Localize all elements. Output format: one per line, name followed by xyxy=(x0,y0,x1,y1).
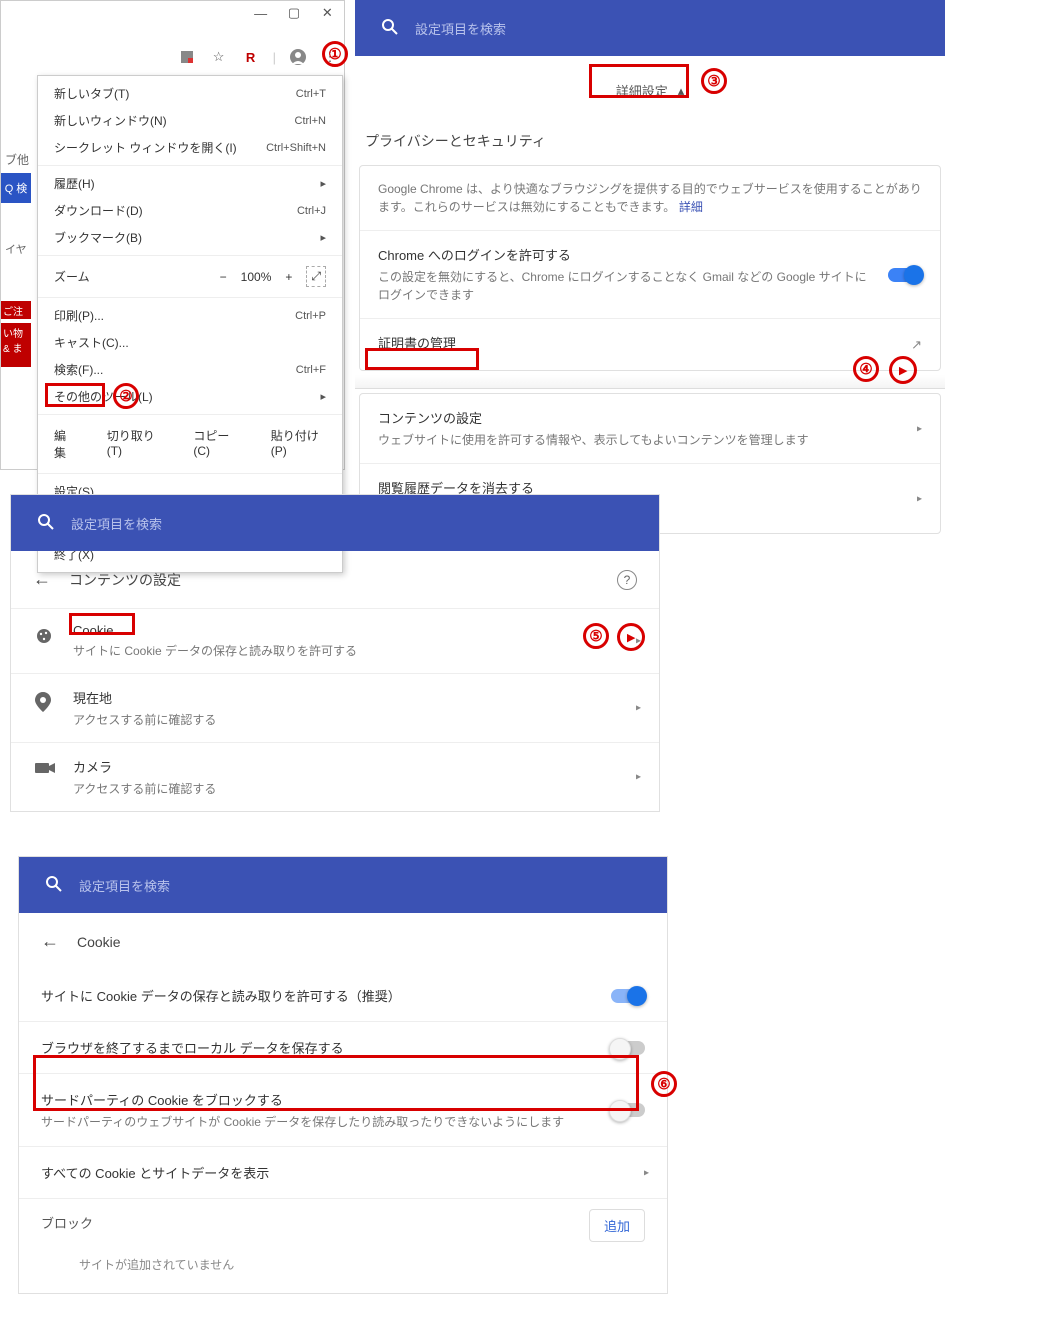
menu-print[interactable]: 印刷(P)...Ctrl+P xyxy=(38,302,342,329)
allow-cookie-toggle[interactable] xyxy=(611,989,645,1003)
search-placeholder: 設定項目を検索 xyxy=(79,876,170,895)
chrome-login-toggle[interactable] xyxy=(888,268,922,282)
cookie-icon xyxy=(35,627,53,648)
search-icon xyxy=(37,513,55,534)
page-fragment-iya: イヤ xyxy=(5,241,27,257)
close-button[interactable]: ✕ xyxy=(311,1,344,25)
kebab-menu-icon[interactable]: ⋮ xyxy=(320,47,340,67)
cookie-header: ← Cookie xyxy=(19,913,667,970)
menu-edit-row: 編集 切り取り(T) コピー(C) 貼り付け(P) xyxy=(38,419,342,469)
keep-local-row[interactable]: ブラウザを終了するまでローカル データを保存する xyxy=(19,1022,667,1074)
chevron-right-icon: ▸ xyxy=(644,1167,649,1178)
chevron-right-icon: ▸ xyxy=(636,703,641,714)
menu-find[interactable]: 検索(F)...Ctrl+F xyxy=(38,356,342,383)
menu-new-window[interactable]: 新しいウィンドウ(N)Ctrl+N xyxy=(38,107,342,134)
chrome-login-row[interactable]: Chrome へのログインを許可する この設定を無効にすると、Chrome にロ… xyxy=(360,231,940,319)
maximize-button[interactable]: ▢ xyxy=(277,1,310,25)
menu-copy[interactable]: コピー(C) xyxy=(177,425,254,463)
advanced-settings-toggle[interactable]: 詳細設定 ▴ xyxy=(601,74,700,107)
keep-local-toggle[interactable] xyxy=(611,1041,645,1055)
privacy-section-title: プライバシーとセキュリティ xyxy=(365,131,945,151)
block-3p-toggle[interactable] xyxy=(611,1103,645,1117)
page-title: Cookie xyxy=(77,934,121,950)
search-placeholder: 設定項目を検索 xyxy=(71,514,162,533)
menu-history[interactable]: 履歴(H)▸ xyxy=(38,170,342,197)
menu-paste[interactable]: 貼り付け(P) xyxy=(255,425,342,463)
block-3p-row[interactable]: サードパーティの Cookie をブロックする サードパーティのウェブサイトが … xyxy=(19,1074,667,1147)
menu-incognito[interactable]: シークレット ウィンドウを開く(I)Ctrl+Shift+N xyxy=(38,134,342,161)
chevron-right-icon: ▸ xyxy=(917,423,922,434)
page-fragment-shop: い物& ま xyxy=(1,323,31,367)
zoom-in-button[interactable]: + xyxy=(285,270,292,284)
menu-more-tools[interactable]: その他のツール(L)▸ xyxy=(38,383,342,410)
location-row[interactable]: 現在地 アクセスする前に確認する ▸ xyxy=(11,673,659,742)
privacy-card: Google Chrome は、より快適なブラウジングを提供する目的でウェブサー… xyxy=(359,165,941,371)
chevron-right-icon: ▸ xyxy=(636,772,641,783)
camera-row[interactable]: カメラ アクセスする前に確認する ▸ xyxy=(11,742,659,811)
minimize-button[interactable]: — xyxy=(244,1,277,25)
browser-toolbar: ☆ R | ⋮ xyxy=(177,47,340,67)
page-fragment-search: Q 検 xyxy=(1,173,31,203)
search-placeholder: 設定項目を検索 xyxy=(415,19,506,38)
menu-bookmarks[interactable]: ブックマーク(B)▸ xyxy=(38,224,342,251)
location-icon xyxy=(35,692,51,715)
back-arrow-icon[interactable]: ← xyxy=(33,569,51,590)
content-settings-header: ← コンテンツの設定 ? xyxy=(11,551,659,608)
menu-new-tab[interactable]: 新しいタブ(T)Ctrl+T xyxy=(38,80,342,107)
page-title: コンテンツの設定 xyxy=(69,570,181,590)
all-cookies-row[interactable]: すべての Cookie とサイトデータを表示 ▸ xyxy=(19,1147,667,1199)
window-controls: — ▢ ✕ xyxy=(244,1,344,25)
camera-icon xyxy=(35,761,55,778)
page-fragment-other: ブ他 xyxy=(5,151,29,168)
settings-search-bar-2[interactable]: 設定項目を検索 xyxy=(11,495,659,551)
rakuten-icon[interactable]: R xyxy=(241,47,261,67)
menu-zoom-row: ズーム − 100% + ⤢ xyxy=(38,260,342,293)
zoom-value: 100% xyxy=(241,270,272,284)
search-icon xyxy=(45,875,63,896)
page-fragment-notice: ご注 xyxy=(1,301,31,319)
external-link-icon: ↗ xyxy=(911,337,922,353)
back-arrow-icon[interactable]: ← xyxy=(41,931,59,952)
menu-downloads[interactable]: ダウンロード(D)Ctrl+J xyxy=(38,197,342,224)
intro-row: Google Chrome は、より快適なブラウジングを提供する目的でウェブサー… xyxy=(360,166,940,231)
add-button[interactable]: 追加 xyxy=(589,1209,645,1242)
no-sites-label: サイトが追加されていません xyxy=(19,1246,667,1293)
fullscreen-button[interactable]: ⤢ xyxy=(306,266,326,287)
menu-cut[interactable]: 切り取り(T) xyxy=(91,425,178,463)
menu-cast[interactable]: キャスト(C)... xyxy=(38,329,342,356)
help-icon[interactable]: ? xyxy=(617,570,637,590)
profile-icon[interactable] xyxy=(288,47,308,67)
content-settings-row[interactable]: コンテンツの設定 ウェブサイトに使用を許可する情報や、表示してもよいコンテンツを… xyxy=(360,394,940,464)
block-section-header: ブロック 追加 xyxy=(19,1199,667,1246)
torn-edge xyxy=(355,375,945,389)
chevron-right-icon: ▸ xyxy=(917,493,922,504)
settings-search-bar[interactable]: 設定項目を検索 xyxy=(355,0,945,56)
cookie-row[interactable]: Cookie サイトに Cookie データの保存と読み取りを許可する ▸ xyxy=(11,608,659,673)
settings-search-bar-3[interactable]: 設定項目を検索 xyxy=(19,857,667,913)
chrome-menu-panel: — ▢ ✕ ☆ R | ⋮ ① ブ他 Q 検 イヤ ご注 い物& ま 新しいタブ… xyxy=(0,0,345,470)
settings-advanced-panel: 設定項目を検索 詳細設定 ▴ ③ プライバシーとセキュリティ Google Ch… xyxy=(355,0,945,460)
intro-detail-link[interactable]: 詳細 xyxy=(679,200,703,214)
extension-icon[interactable] xyxy=(177,47,197,67)
search-icon xyxy=(381,18,399,39)
cookie-settings-panel: 設定項目を検索 ← Cookie サイトに Cookie データの保存と読み取り… xyxy=(18,856,668,1294)
bookmark-star-icon[interactable]: ☆ xyxy=(209,47,229,67)
chevron-right-icon: ▸ xyxy=(636,636,641,647)
chevron-up-icon: ▴ xyxy=(678,83,685,99)
cert-manage-row[interactable]: 証明書の管理 ↗ xyxy=(360,319,940,370)
content-settings-panel: 設定項目を検索 ← コンテンツの設定 ? Cookie サイトに Cookie … xyxy=(10,494,660,812)
allow-cookie-row[interactable]: サイトに Cookie データの保存と読み取りを許可する（推奨） xyxy=(19,970,667,1022)
zoom-out-button[interactable]: − xyxy=(220,270,227,284)
